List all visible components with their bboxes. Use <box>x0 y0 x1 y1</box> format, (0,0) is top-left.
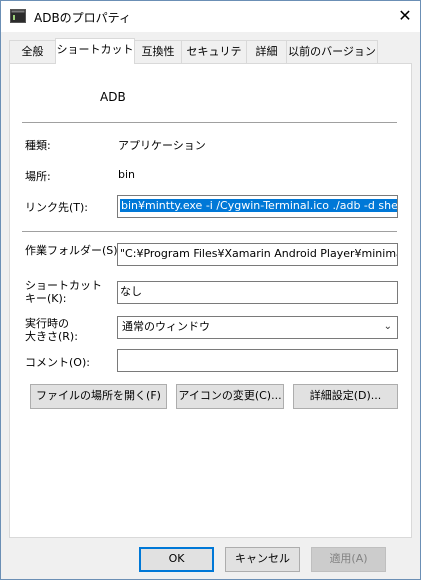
startin-field[interactable]: "C:¥Program Files¥Xamarin Android Player… <box>117 243 398 266</box>
tab-details[interactable]: 詳細 <box>246 40 287 63</box>
shortcut-name: ADB <box>100 90 126 104</box>
shortcut-panel: ADB 種類: アプリケーション 場所: bin リンク先(T): bin¥mi… <box>9 63 412 538</box>
run-size-value: 通常のウィンドウ <box>122 320 210 333</box>
close-button[interactable]: ✕ <box>393 4 417 28</box>
tab-strip: 全般 ショートカット 互換性 セキュリティ 詳細 以前のバージョン <box>9 38 412 80</box>
location-label: 場所: <box>25 170 51 183</box>
properties-window: ADBのプロパティ ✕ 全般 ショートカット 互換性 セキュリティ 詳細 以前の… <box>0 0 421 580</box>
type-label: 種類: <box>25 139 51 152</box>
tab-general[interactable]: 全般 <box>9 40 56 63</box>
cancel-button[interactable]: キャンセル <box>225 547 300 572</box>
target-value: bin¥mintty.exe -i /Cygwin-Terminal.ico .… <box>120 199 397 212</box>
tab-shortcut[interactable]: ショートカット <box>55 38 135 64</box>
hotkey-label-line2: キー(K): <box>25 292 67 305</box>
startin-label: 作業フォルダー(S): <box>25 244 122 257</box>
tab-security[interactable]: セキュリティ <box>181 40 247 80</box>
comment-field[interactable] <box>117 349 398 372</box>
advanced-button[interactable]: 詳細設定(D)... <box>293 384 398 409</box>
ok-button[interactable]: OK <box>139 547 214 572</box>
title-bar: ADBのプロパティ ✕ <box>1 1 420 32</box>
location-value: bin <box>118 168 136 181</box>
comment-label: コメント(O): <box>25 356 90 369</box>
type-value: アプリケーション <box>118 139 206 152</box>
run-label-line2: 大きさ(R): <box>25 330 78 343</box>
chevron-down-icon: ⌄ <box>383 321 392 332</box>
run-size-dropdown[interactable]: 通常のウィンドウ ⌄ <box>117 316 398 339</box>
tab-previous-versions[interactable]: 以前のバージョン <box>286 40 378 63</box>
target-label: リンク先(T): <box>25 201 89 214</box>
terminal-app-icon <box>10 9 26 23</box>
separator <box>22 231 397 232</box>
open-file-location-button[interactable]: ファイルの場所を開く(F) <box>30 384 167 409</box>
apply-button[interactable]: 適用(A) <box>311 547 386 572</box>
window-title: ADBのプロパティ <box>34 11 131 25</box>
target-field[interactable]: bin¥mintty.exe -i /Cygwin-Terminal.ico .… <box>117 195 398 218</box>
change-icon-button[interactable]: アイコンの変更(C)... <box>176 384 284 409</box>
tab-compatibility[interactable]: 互換性 <box>134 40 182 63</box>
hotkey-field[interactable]: なし <box>117 281 398 304</box>
separator <box>22 122 397 123</box>
